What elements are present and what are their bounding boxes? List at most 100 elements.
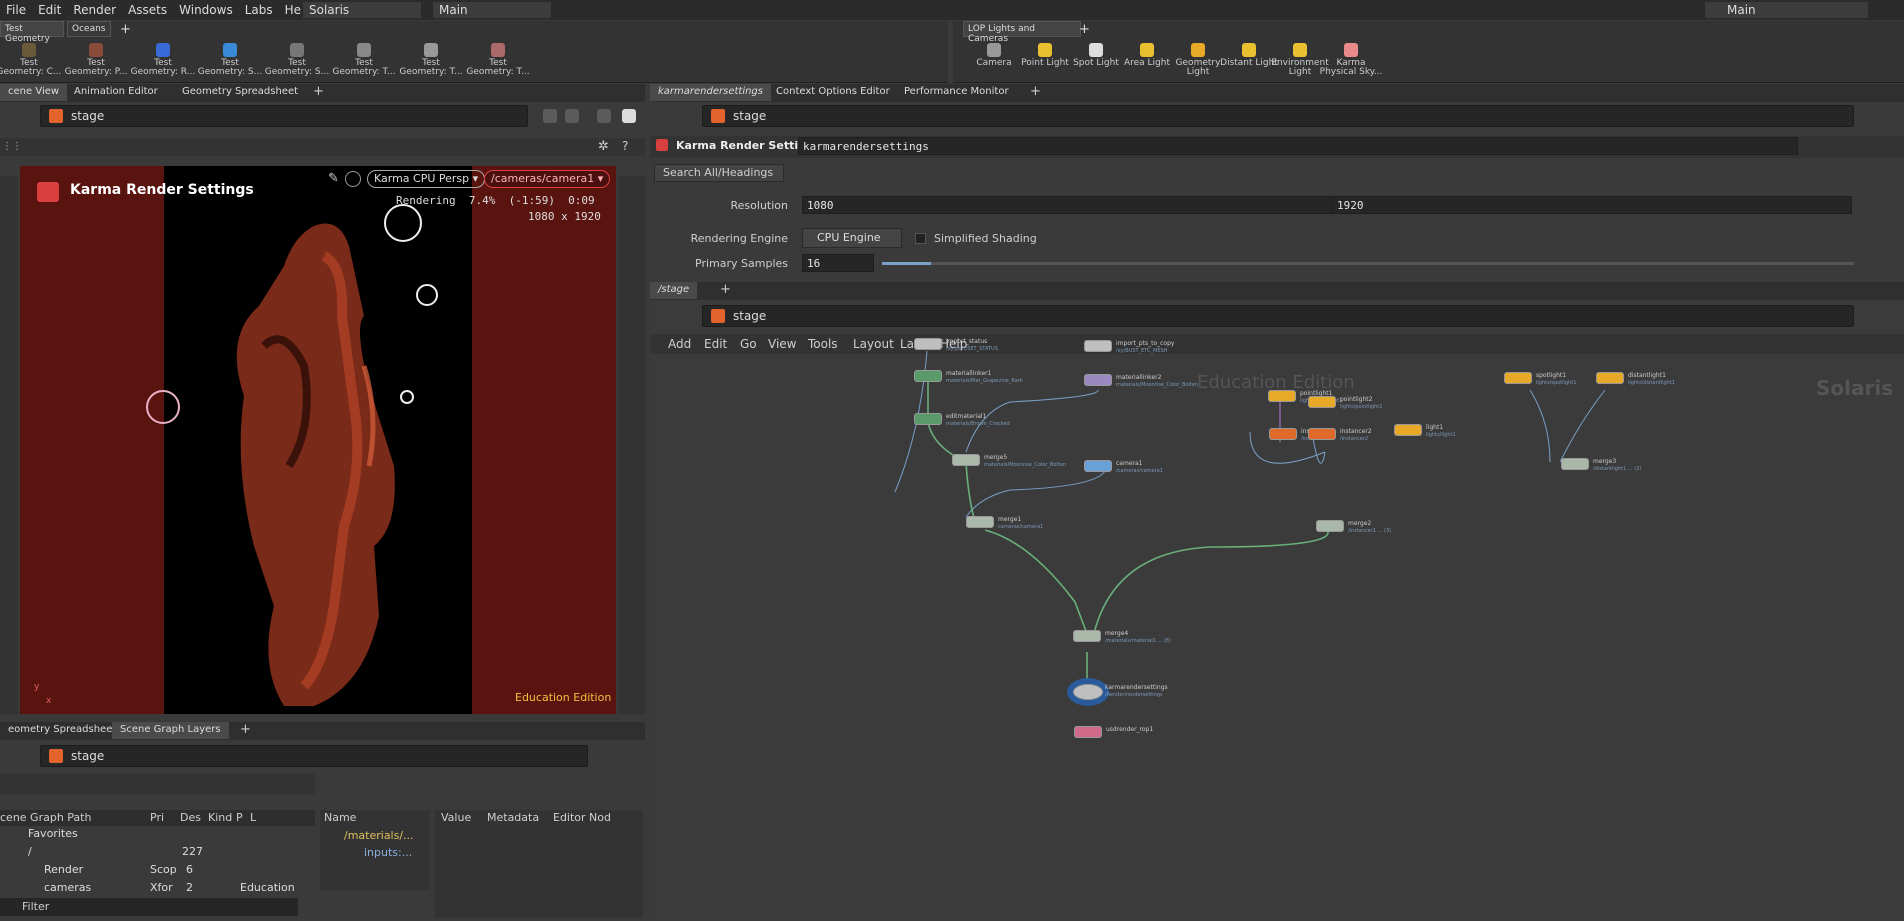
shelf-tool-3[interactable]: Test Geometry: S... [197,43,263,77]
inspector-row-materials[interactable]: /materials/... [344,829,414,842]
tree-row-favorites[interactable]: Favorites [0,827,320,842]
primary-samples-slider[interactable] [882,262,1854,265]
tab-animation-editor[interactable]: Animation Editor [66,84,166,101]
shelf-tool-5[interactable]: Test Geometry: T... [331,43,397,77]
shelf-tab-test-geometry[interactable]: Test Geometry [0,21,64,44]
col-pri[interactable]: Pri [150,811,164,824]
col-kind[interactable]: Kind [208,811,232,824]
shelf-tool-2[interactable]: Test Geometry: R... [130,43,196,77]
tree-row-render[interactable]: Render Scop 6 [0,863,320,878]
network-node-merge5[interactable] [952,454,980,466]
col-p[interactable]: P [236,811,243,824]
tree-row-cameras[interactable]: cameras Xfor 2 Education [0,881,320,896]
right-context-dropdown[interactable]: Main [1704,1,1869,19]
scene-graph-path-bar[interactable]: stage [40,745,588,767]
desktop-dropdown[interactable]: Solaris [302,1,422,19]
network-node-materiallinker2[interactable] [1084,374,1112,386]
network-node-merge4[interactable] [1073,630,1101,642]
tab-context-options[interactable]: Context Options Editor [768,84,898,101]
network-node-merge2[interactable] [1316,520,1344,532]
add-pane-tab-icon-2[interactable]: + [240,722,251,737]
menu-render[interactable]: Render [67,3,122,17]
network-node-editmaterial1[interactable] [914,413,942,425]
network-node-karmarendersettings[interactable] [1073,684,1103,700]
menu-edit[interactable]: Edit [32,3,67,17]
camera-dropdown[interactable]: /cameras/camera1 ▾ [484,170,611,188]
menu-assets[interactable]: Assets [122,3,173,17]
params-path-bar[interactable]: stage [702,105,1854,127]
grip-icon[interactable]: ⋮⋮ [2,141,22,152]
add-pane-tab-icon-3[interactable]: + [1030,84,1041,99]
search-headings-dropdown[interactable]: Search All/Headings [654,164,784,182]
tree-row-root[interactable]: / 227 [0,845,320,860]
tab-geometry-spreadsheet[interactable]: Geometry Spreadsheet [174,84,306,101]
col-des[interactable]: Des [180,811,201,824]
add-pane-tab-icon[interactable]: + [313,84,324,99]
inspector-col-value[interactable]: Value [441,811,471,824]
shelf-tab-lop-lights[interactable]: LOP Lights and Cameras [963,21,1081,44]
shelf-tab-oceans[interactable]: Oceans [67,21,111,37]
render-statue-image [236,223,395,706]
resolution-width-field[interactable]: 1080 [802,196,1334,214]
help-icon[interactable]: ? [622,139,628,153]
network-node-light1[interactable] [1394,424,1422,436]
network-node-import_status[interactable] [914,338,942,350]
network-node-usdrender_rop1[interactable] [1074,726,1102,738]
light-gizmo-icon-3[interactable] [400,390,414,404]
light-gizmo-icon-2[interactable] [416,284,438,306]
network-node-import_pts_to_copy[interactable] [1084,340,1112,352]
shelf-tool-7[interactable]: Test Geometry: T... [465,43,531,77]
menu-labs[interactable]: Labs [239,3,279,17]
network-node-merge3[interactable] [1561,458,1589,470]
shelf-tool-4[interactable]: Test Geometry: S... [264,43,330,77]
tab-performance-monitor[interactable]: Performance Monitor [896,84,1017,101]
pencil-icon[interactable]: ✎ [328,171,339,186]
network-node-materiallinker1[interactable] [914,370,942,382]
network-node-spotlight1[interactable] [1504,372,1532,384]
snapshot-icon[interactable] [622,109,636,123]
light-gizmo-icon-1[interactable] [384,204,422,242]
network-node-instancer1[interactable] [1269,428,1297,440]
context-dropdown[interactable]: Main [432,1,552,19]
viewport[interactable]: Karma Render Settings ✎ Karma CPU Persp … [20,166,616,714]
rendering-engine-dropdown[interactable]: CPU Engine [802,228,902,248]
network-node-distantlight1[interactable] [1596,372,1624,384]
shelf-tool-6[interactable]: Test Geometry: T... [398,43,464,77]
link-icon[interactable] [565,109,579,123]
col-path[interactable]: cene Graph Path [0,811,91,824]
viewer-path-bar[interactable]: stage [40,105,528,127]
light-gizmo-icon-4[interactable] [146,390,180,424]
network-node-pointlight2[interactable] [1308,396,1336,408]
tab-scene-graph-layers[interactable]: Scene Graph Layers [112,722,229,739]
tab-karmarendersettings[interactable]: karmarendersettings [650,84,771,101]
menu-file[interactable]: File [0,3,32,17]
tab-geometry-spreadsheet-2[interactable]: eometry Spreadsheet [0,722,124,739]
col-l[interactable]: L [250,811,256,824]
primary-samples-field[interactable]: 16 [802,254,874,272]
resolution-height-field[interactable]: 1920 [1332,196,1852,214]
shelf-tool-1[interactable]: Test Geometry: P... [63,43,129,77]
gear-icon[interactable]: ✲ [598,139,609,154]
network-node-camera1[interactable] [1084,460,1112,472]
tab-scene-view[interactable]: cene View [0,84,68,101]
renderer-dropdown[interactable]: Karma CPU Persp ▾ [367,170,486,188]
network-node-instancer2[interactable] [1308,428,1336,440]
network-node-merge1[interactable] [966,516,994,528]
lock-icon[interactable] [345,171,361,187]
simplified-shading-checkbox[interactable] [915,233,926,244]
inspector-col-editor-node[interactable]: Editor Nod [553,811,611,824]
inspector-col-metadata[interactable]: Metadata [487,811,539,824]
geometry-icon[interactable] [597,109,611,123]
filter-field[interactable]: Filter [0,898,298,916]
shelf-tool-0[interactable]: Test Geometry: C... [0,43,62,77]
pin-icon[interactable] [543,109,557,123]
network-node-pointlight1[interactable] [1268,390,1296,402]
light-tool-7[interactable]: Karma Physical Sky... [1318,43,1384,77]
node-name-field[interactable]: karmarendersettings [798,137,1798,155]
node-sublabel: lights/light1 [1426,432,1456,438]
inspector-col-name[interactable]: Name [324,811,356,824]
inspector-row-inputs[interactable]: inputs:... [364,846,412,859]
menu-windows[interactable]: Windows [173,3,239,17]
add-shelf-tab-icon[interactable]: + [120,22,131,37]
add-shelf-tab-icon-right[interactable]: + [1079,22,1090,37]
